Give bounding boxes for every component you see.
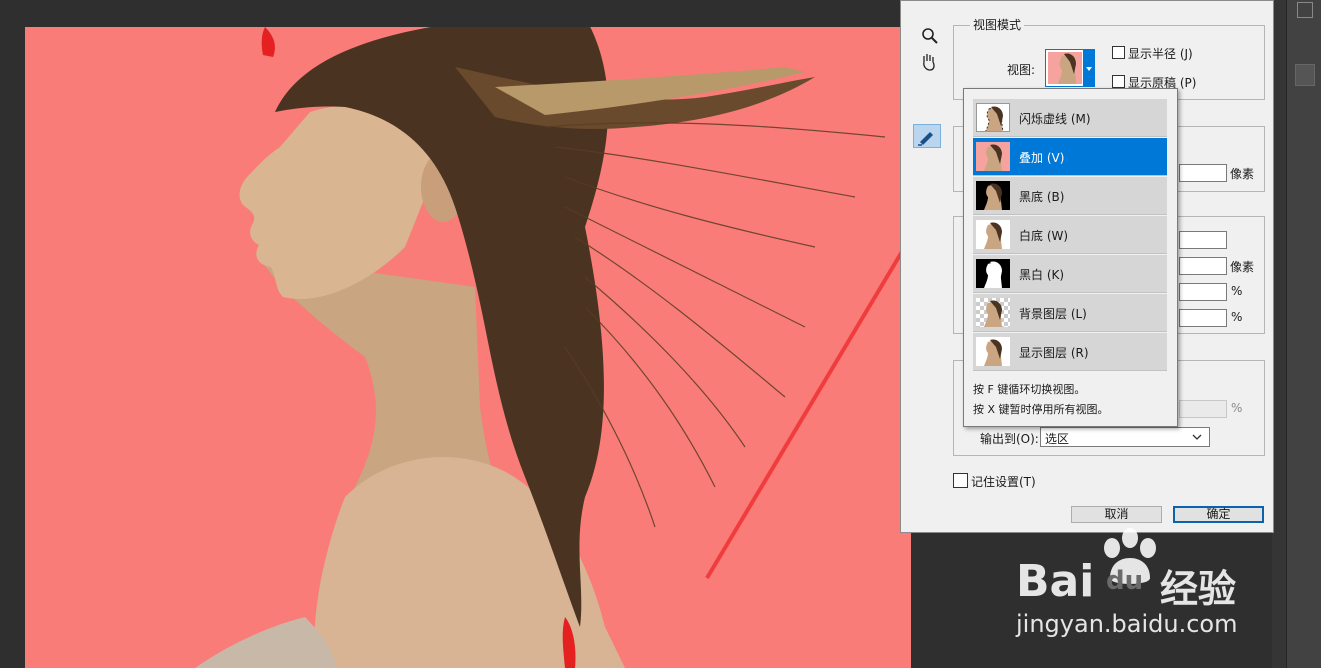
view-option-black-white[interactable]: 黑白 (K) <box>973 255 1167 293</box>
view-dropdown: 闪烁虚线 (M) 叠加 (V) 黑底 (B) 白底 (W) 黑白 (K) 背景图… <box>963 88 1178 427</box>
view-option-reveal-layer[interactable]: 显示图层 (R) <box>973 333 1167 371</box>
view-option-label: 黑白 (K) <box>1019 268 1065 282</box>
chevron-down-icon[interactable] <box>1083 50 1095 86</box>
panel-scroll-handle[interactable] <box>1295 64 1315 86</box>
view-option-on-white[interactable]: 白底 (W) <box>973 216 1167 254</box>
view-thumbnail <box>1048 52 1082 84</box>
panel-cube-icon[interactable] <box>1297 2 1313 18</box>
amount-field <box>1179 400 1227 418</box>
view-option-label: 显示图层 (R) <box>1019 346 1089 360</box>
remember-settings-label: 记住设置(T) <box>971 475 1036 489</box>
shift-edge-field[interactable] <box>1179 309 1227 327</box>
view-picker[interactable] <box>1045 49 1095 87</box>
view-thumb-black-white <box>976 259 1010 288</box>
watermark-brand-du: du <box>1106 566 1144 596</box>
view-option-on-black[interactable]: 黑底 (B) <box>973 177 1167 215</box>
chevron-down-icon <box>1192 434 1202 440</box>
view-option-label: 黑底 (B) <box>1019 190 1065 204</box>
view-hint-disable: 按 X 键暂时停用所有视图。 <box>973 403 1109 416</box>
view-option-on-layers[interactable]: 背景图层 (L) <box>973 294 1167 332</box>
watermark-brand-cn: 经验 <box>1160 567 1237 611</box>
view-label: 视图: <box>1007 63 1036 77</box>
photoshop-workspace: 视图模式 视图: 显示半径 (J) 显示原稿 (P) 像素 像素 % % % 输… <box>0 0 1321 668</box>
radius-field[interactable] <box>1179 164 1227 182</box>
view-hint-cycle: 按 F 键循环切换视图。 <box>973 383 1086 396</box>
amount-unit: % <box>1231 401 1243 415</box>
view-option-marching-ants[interactable]: 闪烁虚线 (M) <box>973 99 1167 137</box>
output-to-select[interactable]: 选区 <box>1040 427 1210 447</box>
output-to-label: 输出到(O): <box>980 432 1039 446</box>
view-option-overlay[interactable]: 叠加 (V) <box>973 138 1167 176</box>
view-thumb-on-white <box>976 220 1010 249</box>
output-to-value: 选区 <box>1045 432 1070 446</box>
view-thumb-on-black <box>976 181 1010 210</box>
zoom-tool-icon[interactable] <box>919 25 941 47</box>
view-option-label: 叠加 (V) <box>1019 151 1065 165</box>
refine-radius-brush-icon[interactable] <box>913 124 941 148</box>
view-thumb-marching-ants <box>976 103 1010 132</box>
show-radius-label: 显示半径 (J) <box>1128 47 1193 61</box>
view-option-label: 闪烁虚线 (M) <box>1019 112 1091 126</box>
view-thumb-reveal-layer <box>976 337 1010 366</box>
view-option-label: 白底 (W) <box>1019 229 1069 243</box>
remember-settings-checkbox[interactable] <box>953 473 968 488</box>
radius-unit: 像素 <box>1230 167 1255 181</box>
show-radius-checkbox[interactable] <box>1112 46 1125 59</box>
view-thumb-on-layers <box>976 298 1010 327</box>
shift-edge-unit: % <box>1231 310 1243 324</box>
contrast-field[interactable] <box>1179 283 1227 301</box>
view-mode-title: 视图模式 <box>970 16 1025 33</box>
view-option-label: 背景图层 (L) <box>1019 307 1087 321</box>
show-original-checkbox[interactable] <box>1112 75 1125 88</box>
baidu-watermark: Bai du 经验 jingyan.baidu.com <box>1000 520 1300 668</box>
view-thumb-overlay <box>976 142 1010 171</box>
feather-unit: 像素 <box>1230 260 1255 274</box>
hand-tool-icon[interactable] <box>918 51 940 73</box>
smooth-field[interactable] <box>1179 231 1227 249</box>
feather-field[interactable] <box>1179 257 1227 275</box>
watermark-brand: Bai <box>1016 556 1095 607</box>
watermark-url: jingyan.baidu.com <box>1016 610 1238 638</box>
contrast-unit: % <box>1231 284 1243 298</box>
